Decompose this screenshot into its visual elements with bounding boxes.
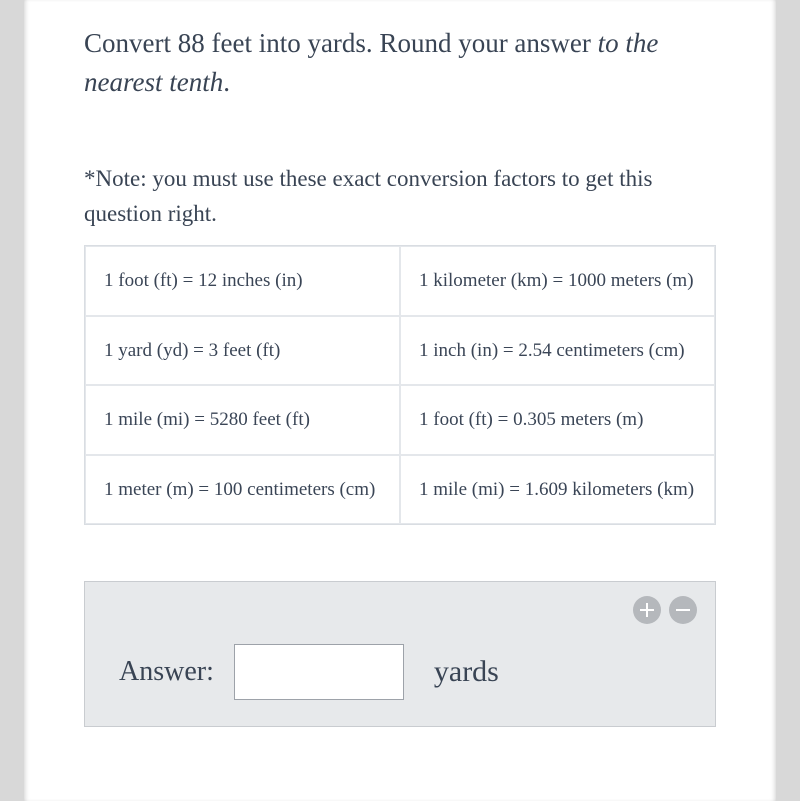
conv-cell: 1 mile (mi) = 5280 feet (ft)	[85, 385, 400, 455]
question-text: Convert 88 feet into yards. Round your a…	[84, 24, 716, 102]
conv-cell: 1 mile (mi) = 1.609 kilometers (km)	[400, 455, 715, 525]
remove-button[interactable]	[669, 596, 697, 624]
conversion-table: 1 foot (ft) = 12 inches (in) 1 kilometer…	[84, 245, 716, 525]
conv-cell: 1 yard (yd) = 3 feet (ft)	[85, 316, 400, 386]
answer-input[interactable]	[234, 644, 404, 700]
table-row: 1 mile (mi) = 5280 feet (ft) 1 foot (ft)…	[85, 385, 715, 455]
conv-cell: 1 inch (in) = 2.54 centimeters (cm)	[400, 316, 715, 386]
note-text: *Note: you must use these exact conversi…	[84, 162, 716, 231]
conv-cell: 1 meter (m) = 100 centimeters (cm)	[85, 455, 400, 525]
answer-line: Answer: yards	[119, 644, 693, 700]
question-prefix: Convert 88 feet into yards. Round your a…	[84, 28, 598, 58]
add-button[interactable]	[633, 596, 661, 624]
plus-minus-controls	[633, 596, 697, 624]
conv-cell: 1 foot (ft) = 12 inches (in)	[85, 246, 400, 316]
table-row: 1 foot (ft) = 12 inches (in) 1 kilometer…	[85, 246, 715, 316]
question-suffix: .	[223, 67, 230, 97]
page-card: Convert 88 feet into yards. Round your a…	[24, 0, 776, 801]
minus-icon	[676, 603, 690, 617]
answer-panel: Answer: yards	[84, 581, 716, 727]
plus-icon	[640, 603, 654, 617]
conv-cell: 1 foot (ft) = 0.305 meters (m)	[400, 385, 715, 455]
conv-cell: 1 kilometer (km) = 1000 meters (m)	[400, 246, 715, 316]
table-row: 1 meter (m) = 100 centimeters (cm) 1 mil…	[85, 455, 715, 525]
answer-label: Answer:	[119, 656, 214, 688]
table-row: 1 yard (yd) = 3 feet (ft) 1 inch (in) = …	[85, 316, 715, 386]
answer-unit: yards	[434, 655, 499, 689]
